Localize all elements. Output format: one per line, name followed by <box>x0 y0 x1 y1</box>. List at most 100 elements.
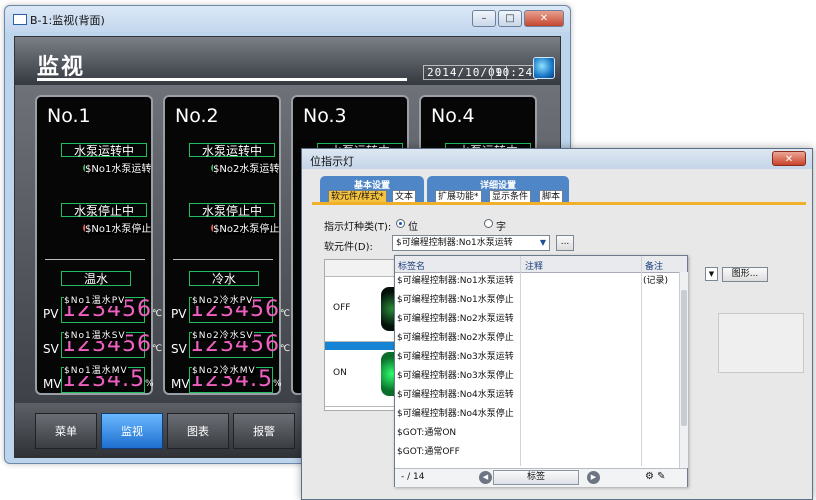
close-button[interactable]: ✕ <box>524 10 564 27</box>
tag-remark: (记录) <box>643 276 669 286</box>
tag-button[interactable]: 标签 <box>493 470 579 485</box>
device-tag-popup: 标签名 注释 备注 $可编程控制器:No1水泵运转 (记录) $可编程控制器:No1… <box>394 255 688 487</box>
tag-list-item[interactable]: $可编程控制器:No3水泵停止 <box>395 367 677 386</box>
state-off-label: OFF <box>333 303 351 313</box>
state-on-label: ON <box>333 368 347 378</box>
tab-text[interactable]: 文本 <box>392 190 417 202</box>
column-tag-name[interactable]: 标签名 <box>398 259 425 272</box>
tag-name: $可编程控制器:No1水泵运转 <box>397 276 514 286</box>
mv-device-label: $No1温水MV <box>64 366 128 376</box>
shape-preview-area <box>718 313 804 373</box>
mv-label: MV <box>171 377 190 391</box>
tag-list-item[interactable]: $GOT:通常ON <box>395 424 677 443</box>
nav-menu-button[interactable]: 菜单 <box>35 413 97 449</box>
panel-number: No.4 <box>431 105 475 127</box>
hmi-window-titlebar[interactable]: B-1:监视(背面) – □ ✕ <box>5 6 570 32</box>
scrollbar-thumb[interactable] <box>681 290 687 426</box>
maximize-button[interactable]: □ <box>498 10 522 27</box>
radio-word[interactable] <box>484 219 493 228</box>
hmi-header: 监视 2014/10/09 10:24 <box>15 37 560 85</box>
run-status-label: 水泵运转中 <box>189 143 275 158</box>
pv-label: PV <box>171 307 187 321</box>
next-icon[interactable]: ▶ <box>587 471 600 484</box>
tab-device-style[interactable]: 软元件/样式* <box>328 190 387 202</box>
pv-value-display: $No1温水PV 123456℃ <box>61 296 162 323</box>
run-device-label: $No2水泵运转 <box>213 160 280 175</box>
dialog-titlebar[interactable]: 位指示灯 ✕ <box>302 149 812 169</box>
globe-icon[interactable] <box>533 57 555 79</box>
tab-extended[interactable]: 扩展功能* <box>435 190 482 202</box>
state-row-off[interactable]: OFF <box>325 277 397 342</box>
chevron-down-icon[interactable]: ▼ <box>540 236 546 250</box>
tag-list-item[interactable]: $GOT:通常OFF <box>395 443 677 462</box>
tag-list-item[interactable]: $可编程控制器:No3水泵运转 <box>395 348 677 367</box>
popup-footer: - / 14 ◀ 标签 ▶ ⚙ ✎ <box>395 468 687 487</box>
tag-name: $可编程控制器:No4水泵运转 <box>397 390 514 400</box>
pv-unit: ℃ <box>279 309 291 319</box>
lamp-off-preview <box>381 287 395 331</box>
tag-list-item[interactable]: $可编程控制器:No2水泵停止 <box>395 329 677 348</box>
divider <box>173 259 273 260</box>
device-label: 软元件(D): <box>324 242 373 253</box>
pv-label: PV <box>43 307 59 321</box>
radio-bit-label: 位 <box>408 222 418 233</box>
tab-group-detail: 详细设置 扩展功能* 显示条件 脚本 <box>427 176 569 202</box>
sv-value-display: $No1温水SV 123456℃ <box>61 331 162 358</box>
run-status-label: 水泵运转中 <box>61 143 147 158</box>
state-row-on[interactable]: ON <box>325 342 397 407</box>
hmi-window-title: B-1:监视(背面) <box>30 14 105 27</box>
column-remark[interactable]: 备注 <box>645 259 663 272</box>
shape-button[interactable]: 图形... <box>722 267 768 282</box>
device-combobox[interactable]: $可编程控制器:No1水泵运转 ▼ <box>392 235 550 251</box>
column-comment[interactable]: 注释 <box>525 259 543 272</box>
tools-icon[interactable]: ⚙ ✎ <box>645 471 666 482</box>
device-browse-button[interactable]: ... <box>556 235 574 251</box>
divider <box>45 259 145 260</box>
pv-device-label: $No2冷水PV <box>192 296 254 306</box>
pv-value-display: $No2冷水PV 123456℃ <box>189 296 290 323</box>
shape-dropdown[interactable]: ▼ <box>705 267 718 281</box>
mv-label: MV <box>43 377 62 391</box>
tab-underline <box>312 202 806 205</box>
lamp-on-preview <box>381 352 395 396</box>
tag-list-item[interactable]: $可编程控制器:No2水泵运转 <box>395 310 677 329</box>
tab-display-condition[interactable]: 显示条件 <box>489 190 532 202</box>
dialog-title: 位指示灯 <box>310 155 354 168</box>
dialog-close-button[interactable]: ✕ <box>772 151 806 166</box>
stop-device-label: $No1水泵停止 <box>85 220 152 235</box>
tag-name: $可编程控制器:No2水泵停止 <box>397 333 514 343</box>
sv-label: SV <box>43 342 59 356</box>
tab-script[interactable]: 脚本 <box>539 190 564 202</box>
tab-group-basic: 基本设置 软元件/样式* 文本 <box>320 176 424 202</box>
lamp-type-label: 指示灯种类(T): <box>324 222 392 233</box>
tag-list-item[interactable]: $可编程控制器:No4水泵停止 <box>395 405 677 424</box>
mv-unit: % <box>144 379 154 389</box>
tag-name: $可编程控制器:No1水泵停止 <box>397 295 514 305</box>
popup-header: 标签名 注释 备注 <box>395 256 687 273</box>
tag-list-item[interactable]: $可编程控制器:No1水泵停止 <box>395 291 677 310</box>
nav-chart-button[interactable]: 图表 <box>167 413 229 449</box>
previous-icon[interactable]: ◀ <box>479 471 492 484</box>
tag-list-item[interactable]: $可编程控制器:No1水泵运转 (记录) <box>395 272 677 291</box>
state-row-on-highlight <box>325 342 397 350</box>
nav-monitor-button[interactable]: 监视 <box>101 413 163 449</box>
tag-name: $可编程控制器:No3水泵运转 <box>397 352 514 362</box>
tag-name: $可编程控制器:No3水泵停止 <box>397 371 514 381</box>
popup-scrollbar[interactable] <box>679 272 688 468</box>
time-display: 10:24 <box>491 65 538 80</box>
radio-bit[interactable] <box>396 219 405 228</box>
panel-number: No.1 <box>47 105 91 127</box>
sv-device-label: $No1温水SV <box>64 331 126 341</box>
sv-label: SV <box>171 342 187 356</box>
mv-device-label: $No2冷水MV <box>192 366 256 376</box>
state-table-header <box>325 260 397 277</box>
tag-list-item[interactable]: $可编程控制器:No4水泵运转 <box>395 386 677 405</box>
run-device-label: $No1水泵运转 <box>85 160 152 175</box>
screen-title: 监视 <box>37 55 86 80</box>
nav-alarm-button[interactable]: 报警 <box>233 413 295 449</box>
tag-name: $GOT:通常OFF <box>397 447 460 457</box>
panel-number: No.2 <box>175 105 219 127</box>
stop-status-label: 水泵停止中 <box>189 203 275 218</box>
minimize-button[interactable]: – <box>472 10 496 27</box>
stop-device-label: $No2水泵停止 <box>213 220 280 235</box>
